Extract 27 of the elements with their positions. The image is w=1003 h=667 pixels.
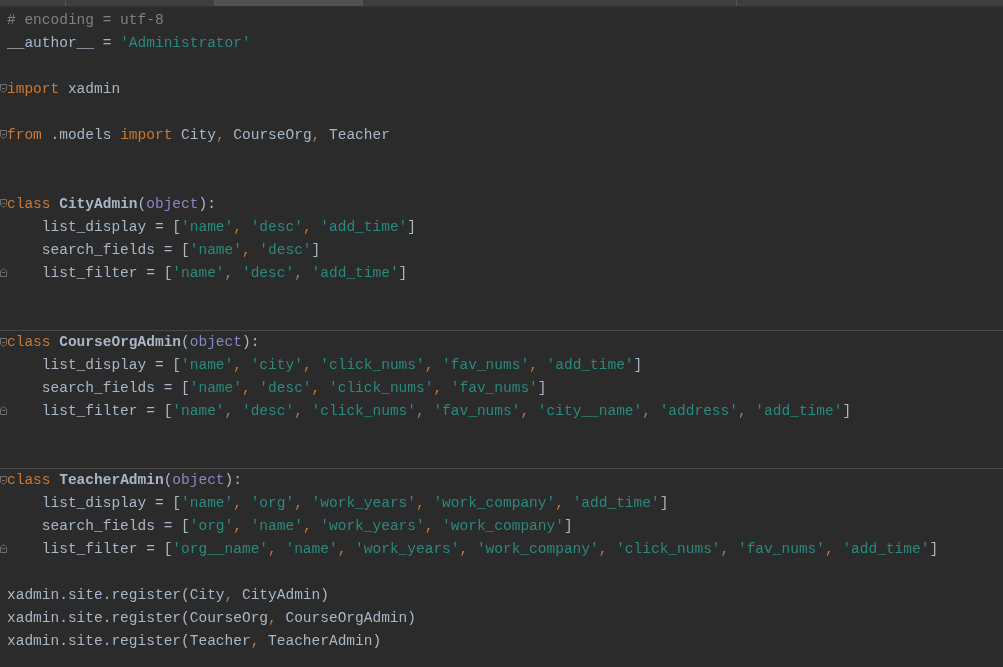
code-line: xadmin.site.register(City, CityAdmin) — [7, 585, 329, 604]
code-line: xadmin.site.register(CourseOrg, CourseOrgAdmin) — [7, 608, 416, 627]
fold-marker-icon[interactable] — [0, 406, 7, 415]
code-line: list_display = ['name', 'city', 'click_nums', 'fav_nums', 'add_time'] — [40, 355, 643, 374]
code-line: list_filter = ['name', 'desc', 'add_time'] — [40, 263, 408, 282]
fold-marker-icon[interactable] — [0, 199, 7, 208]
fold-marker-icon[interactable] — [0, 84, 7, 93]
code-line: search_fields = ['name', 'desc', 'click_nums', 'fav_nums'] — [40, 378, 547, 397]
code-line: list_display = ['name', 'org', 'work_years', 'work_company', 'add_time'] — [40, 493, 669, 512]
code-line: # encoding = utf-8 — [7, 10, 164, 29]
code-line: search_fields = ['name', 'desc'] — [40, 240, 321, 259]
code-line: search_fields = ['org', 'name', 'work_years', 'work_company'] — [40, 516, 573, 535]
fold-marker-icon[interactable] — [0, 130, 7, 139]
code-line: import xadmin — [7, 79, 121, 98]
fold-marker-icon[interactable] — [0, 544, 7, 553]
code-line: __author__ = 'Administrator' — [7, 33, 251, 52]
code-line: from .models import City, CourseOrg, Teacher — [7, 125, 390, 144]
code-line: list_filter = ['name', 'desc', 'click_nums', 'fav_nums', 'city__name', 'address', 'add_time'] — [40, 401, 852, 420]
code-line: class TeacherAdmin(object): — [7, 471, 242, 489]
code-line: list_display = ['name', 'desc', 'add_time'] — [40, 217, 416, 236]
code-line: list_filter = ['org__name', 'name', 'work_years', 'work_company', 'click_nums', 'fav_nums', 'add_time'] — [40, 539, 939, 558]
fold-marker-icon[interactable] — [0, 337, 7, 347]
code-line: xadmin.site.register(Teacher, TeacherAdmin) — [7, 631, 382, 650]
code-line: class CityAdmin(object): — [7, 194, 216, 213]
fold-marker-icon[interactable] — [0, 475, 7, 485]
fold-marker-icon[interactable] — [0, 268, 7, 277]
code-line: class CourseOrgAdmin(object): — [7, 333, 260, 351]
